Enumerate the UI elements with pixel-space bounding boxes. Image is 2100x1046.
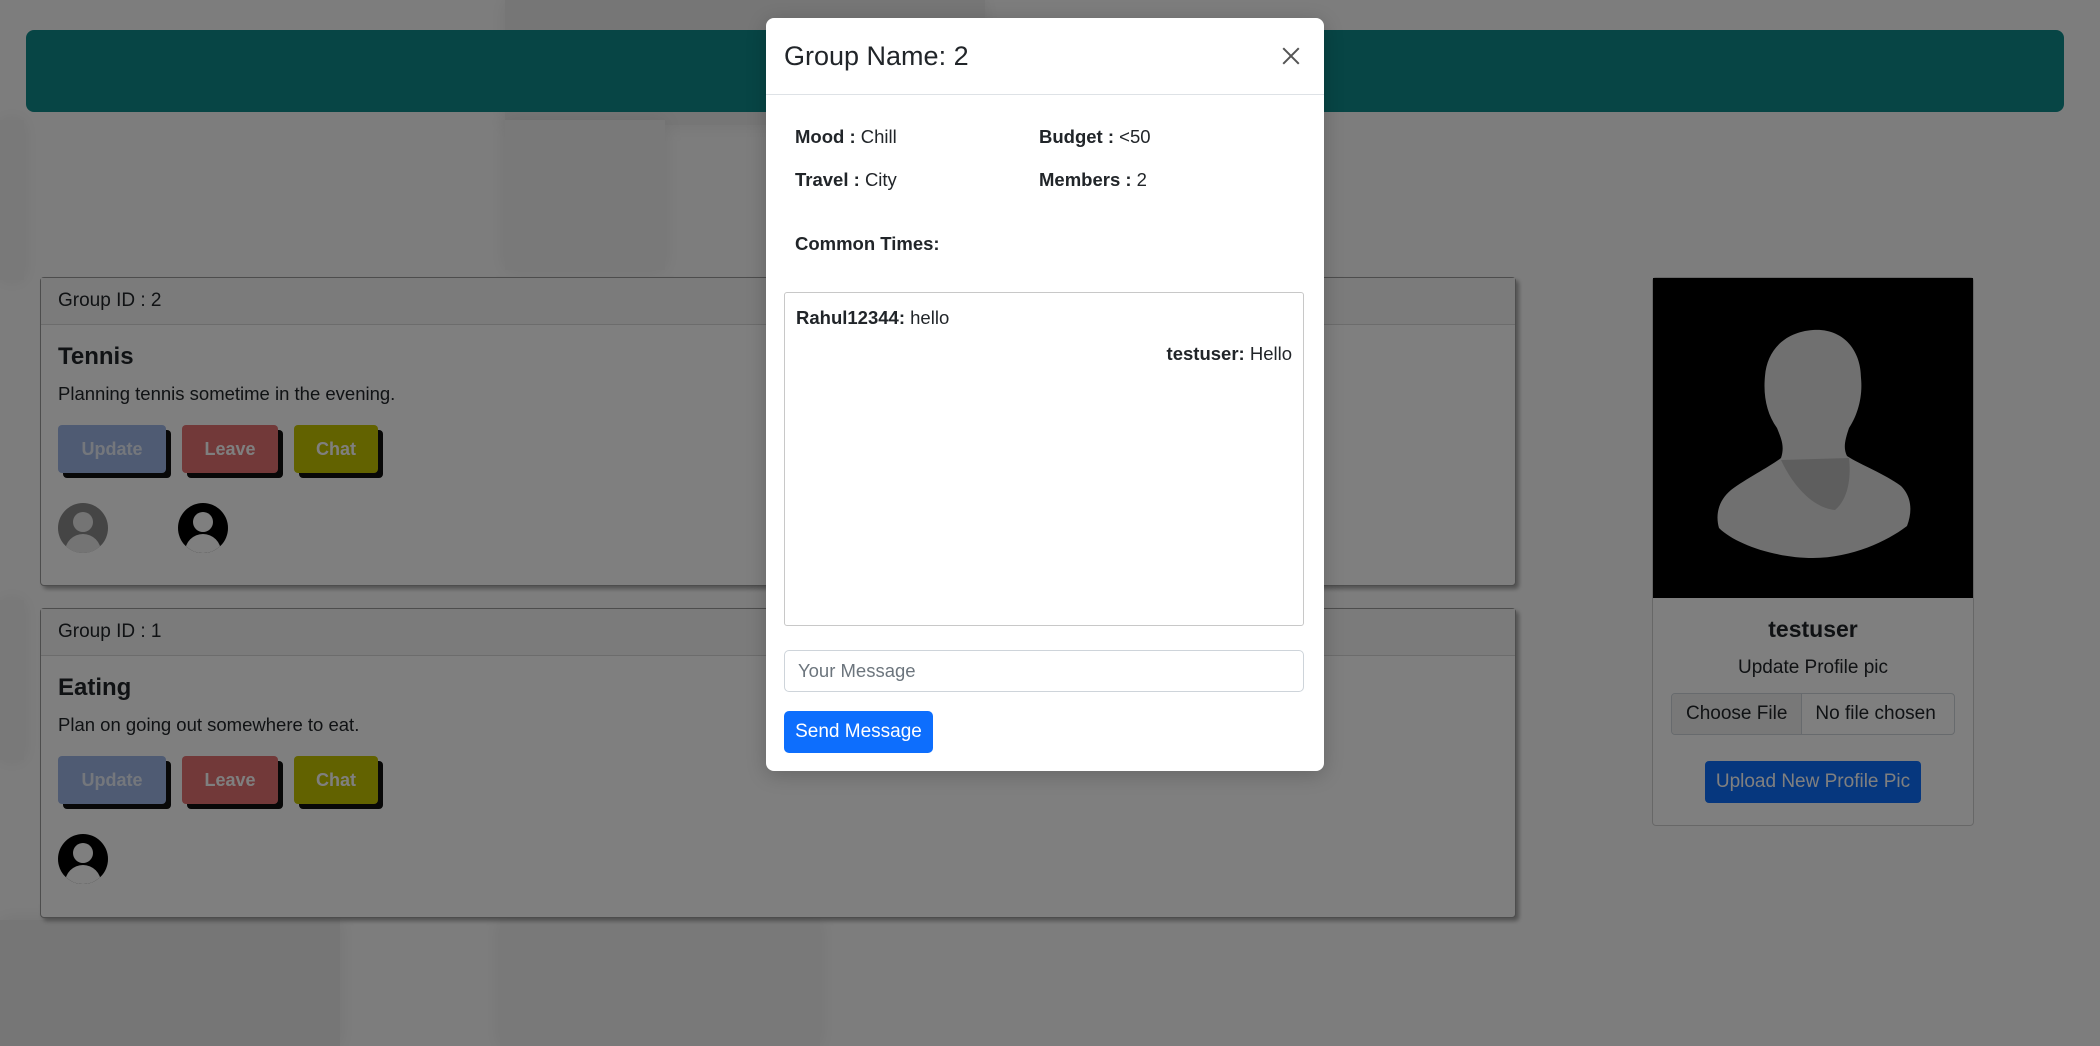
message-text: Hello <box>1249 343 1292 364</box>
members-label: Members : <box>1039 169 1132 190</box>
modal-title: Group Name: 2 <box>784 40 969 71</box>
budget-info: Budget : <50 <box>1039 126 1295 148</box>
group-info: Mood : Chill Budget : <50 Travel : City … <box>795 126 1295 191</box>
common-times-label: Common Times: <box>795 233 940 254</box>
budget-label: Budget : <box>1039 126 1115 147</box>
modal-header: Group Name: 2 <box>766 18 1324 95</box>
message-user: testuser: <box>1166 343 1245 364</box>
chat-message: testuser: Hello <box>796 343 1292 365</box>
close-icon[interactable] <box>1276 41 1306 71</box>
mood-label: Mood : <box>795 126 856 147</box>
send-message-button[interactable]: Send Message <box>784 711 933 753</box>
mood-info: Mood : Chill <box>795 126 1039 148</box>
chat-message: Rahul12344: hello <box>796 307 1292 329</box>
budget-value: <50 <box>1119 126 1151 147</box>
members-info: Members : 2 <box>1039 169 1295 191</box>
mood-value: Chill <box>860 126 897 147</box>
chat-messages-box[interactable]: Rahul12344: hello testuser: Hello <box>784 292 1304 626</box>
message-user: Rahul12344: <box>796 307 905 328</box>
travel-value: City <box>864 169 897 190</box>
message-input[interactable] <box>784 650 1304 692</box>
members-value: 2 <box>1136 169 1147 190</box>
travel-label: Travel : <box>795 169 860 190</box>
travel-info: Travel : City <box>795 169 1039 191</box>
message-text: hello <box>910 307 950 328</box>
group-chat-modal: Group Name: 2 Mood : Chill Budget : <50 … <box>766 18 1324 771</box>
